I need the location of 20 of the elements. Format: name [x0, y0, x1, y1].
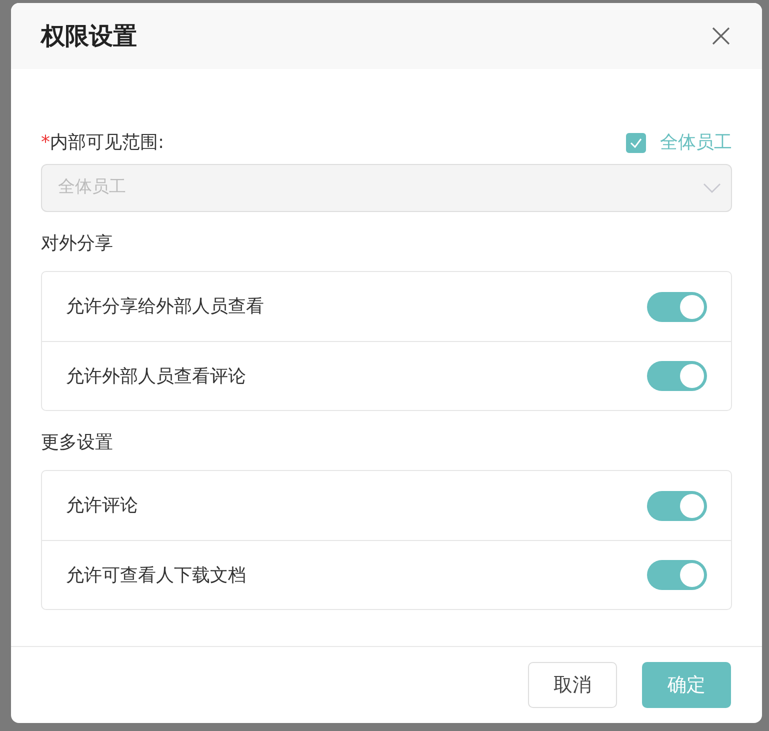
- checkbox-label[interactable]: 全体员工: [660, 129, 732, 156]
- section-heading: 更多设置: [41, 431, 114, 455]
- field-label: 内部可见范围:: [50, 132, 164, 153]
- close-icon[interactable]: [710, 25, 732, 47]
- toggle-switch[interactable]: [647, 361, 707, 391]
- setting-label: 允许分享给外部人员查看: [66, 295, 264, 319]
- section-heading: 对外分享: [41, 232, 114, 256]
- dialog-title: 权限设置: [41, 21, 137, 52]
- required-asterisk: *: [41, 132, 50, 153]
- checkbox[interactable]: [626, 132, 646, 152]
- toggle-switch[interactable]: [647, 292, 707, 322]
- check-icon: [629, 136, 643, 150]
- cancel-button[interactable]: 取消: [528, 662, 617, 708]
- setting-label: 允许外部人员查看评论: [66, 364, 246, 388]
- setting-label: 允许可查看人下载文档: [66, 564, 246, 588]
- toggle-switch[interactable]: [647, 560, 707, 590]
- caret-icon: [703, 183, 721, 193]
- toggle-switch[interactable]: [647, 490, 707, 520]
- setting-label: 允许评论: [66, 494, 138, 518]
- confirm-button[interactable]: 确定: [642, 662, 731, 708]
